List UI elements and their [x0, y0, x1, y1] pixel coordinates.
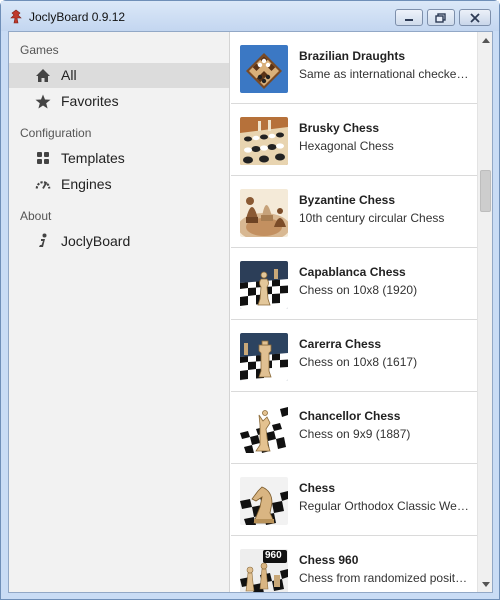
list-item[interactable]: Capablanca Chess Chess on 10x8 (1920)	[231, 248, 477, 320]
close-icon	[470, 12, 480, 23]
chess-piece-thumbnail	[240, 333, 288, 381]
game-description: Same as international checkers on 8x8	[299, 67, 469, 81]
list-item[interactable]: Byzantine Chess 10th century circular Ch…	[231, 176, 477, 248]
list-item[interactable]: Brusky Chess Hexagonal Chess	[231, 104, 477, 176]
app-window: JoclyBoard 0.9.12 Games All Favorites Co…	[0, 0, 500, 600]
sidebar-item-joclyboard[interactable]: JoclyBoard	[9, 229, 229, 254]
list-item[interactable]: 960 Chess 960 Chess from randomized posi…	[231, 536, 477, 592]
restore-icon	[435, 12, 446, 23]
info-icon	[35, 233, 51, 249]
star-icon	[35, 93, 51, 109]
home-icon	[35, 67, 51, 83]
list-item[interactable]: Brazilian Draughts Same as international…	[231, 32, 477, 104]
window-title: JoclyBoard 0.9.12	[29, 10, 126, 24]
sidebar-item-label: Templates	[61, 150, 125, 166]
game-description: Chess on 9x9 (1887)	[299, 427, 411, 441]
list-item[interactable]: Chess Regular Orthodox Classic Western C…	[231, 464, 477, 536]
game-name: Carerra Chess	[299, 337, 382, 351]
sidebar-item-label: JoclyBoard	[61, 233, 131, 249]
vertical-scrollbar[interactable]	[477, 32, 492, 592]
sidebar-item-label: Favorites	[61, 93, 119, 109]
game-name: Chess 960	[299, 553, 359, 567]
scroll-down-arrow-icon	[482, 581, 490, 587]
maximize-button[interactable]	[427, 9, 455, 26]
circular-board-thumbnail	[240, 189, 288, 237]
game-name: Byzantine Chess	[299, 193, 396, 207]
game-description: Chess from randomized position	[299, 571, 469, 585]
sidebar-item-engines[interactable]: Engines	[9, 172, 229, 197]
chess960-badge: 960	[265, 550, 282, 561]
chess960-thumbnail: 960	[240, 549, 288, 592]
gauge-icon	[35, 176, 51, 192]
game-name: Brusky Chess	[299, 121, 380, 135]
list-item[interactable]: Carerra Chess Chess on 10x8 (1617)	[231, 320, 477, 392]
game-description: Chess on 10x8 (1920)	[299, 283, 418, 297]
scroll-up-arrow-icon	[482, 37, 490, 43]
game-name: Chess	[299, 481, 336, 495]
game-name: Chancellor Chess	[299, 409, 401, 423]
sidebar-item-label: All	[61, 67, 77, 83]
sidebar-item-all[interactable]: All	[9, 63, 229, 88]
chess-piece-thumbnail	[240, 405, 288, 453]
scroll-thumb[interactable]	[480, 170, 491, 212]
app-logo-icon	[9, 9, 23, 25]
game-name: Capablanca Chess	[299, 265, 406, 279]
section-configuration-label: Configuration	[20, 126, 92, 140]
client-area: Games All Favorites Configuration Templa…	[8, 31, 493, 593]
close-button[interactable]	[459, 9, 491, 26]
minimize-button[interactable]	[395, 9, 423, 26]
sidebar: Games All Favorites Configuration Templa…	[9, 32, 230, 592]
game-name: Brazilian Draughts	[299, 49, 406, 63]
grid-icon	[35, 150, 51, 166]
section-games-label: Games	[20, 43, 59, 57]
chess-piece-thumbnail	[240, 261, 288, 309]
hex-board-thumbnail	[240, 117, 288, 165]
list-item[interactable]: Chancellor Chess Chess on 9x9 (1887)	[231, 392, 477, 464]
minimize-icon	[405, 18, 413, 21]
knight-piece-thumbnail	[240, 477, 288, 525]
title-bar[interactable]: JoclyBoard 0.9.12	[1, 1, 499, 31]
draughts-board-thumbnail	[240, 45, 288, 93]
game-description: 10th century circular Chess	[299, 211, 445, 225]
scroll-up-button[interactable]	[478, 32, 492, 48]
game-description: Chess on 10x8 (1617)	[299, 355, 418, 369]
game-description: Hexagonal Chess	[299, 139, 394, 153]
sidebar-item-label: Engines	[61, 176, 112, 192]
game-list: Brazilian Draughts Same as international…	[231, 32, 477, 592]
sidebar-item-favorites[interactable]: Favorites	[9, 89, 229, 114]
sidebar-item-templates[interactable]: Templates	[9, 146, 229, 171]
section-about-label: About	[20, 209, 52, 223]
game-description: Regular Orthodox Classic Western Chess	[299, 499, 469, 513]
scroll-down-button[interactable]	[478, 576, 492, 592]
